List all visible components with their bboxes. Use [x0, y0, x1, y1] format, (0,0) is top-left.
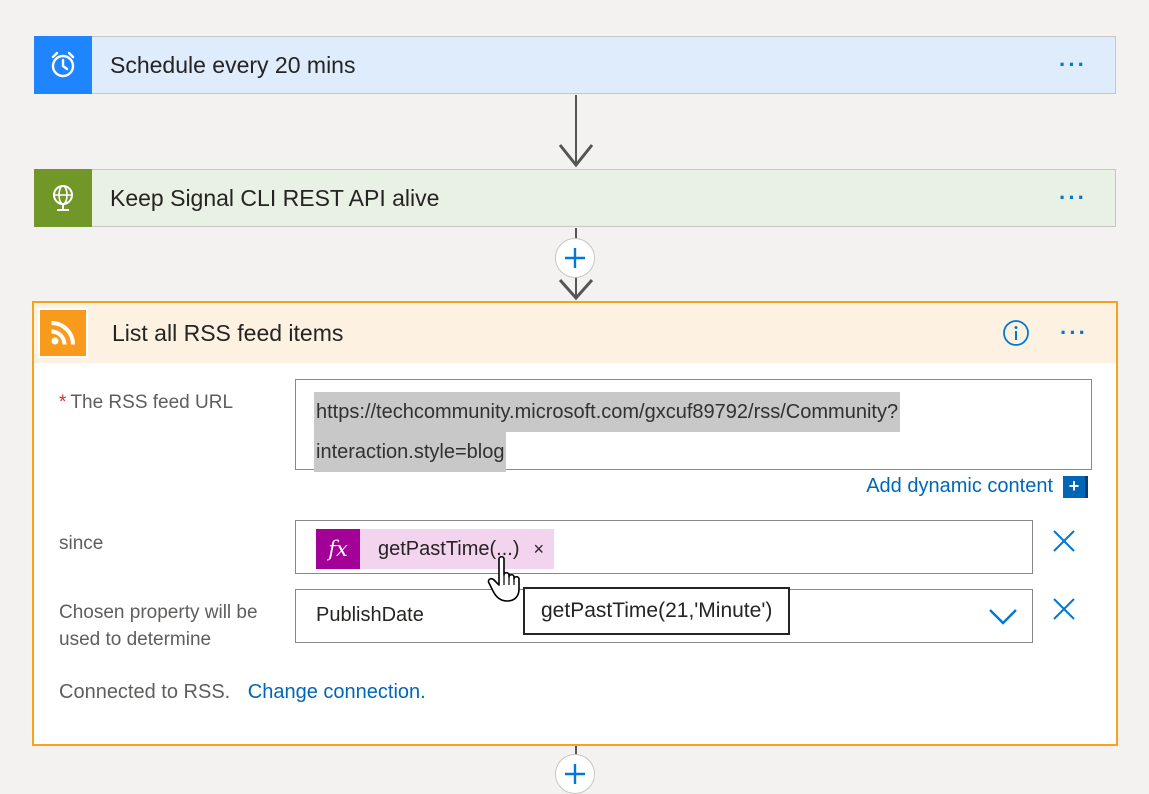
property-label-line2: used to determine	[59, 629, 212, 650]
expression-tooltip: getPastTime(21,'Minute')	[523, 587, 791, 635]
clear-since-icon[interactable]	[1052, 529, 1076, 553]
remove-token-button[interactable]: ×	[534, 539, 545, 560]
since-label: since	[59, 533, 104, 554]
chevron-down-icon[interactable]	[988, 606, 1018, 626]
property-selected-value: PublishDate	[316, 604, 424, 626]
schedule-trigger-card[interactable]: Schedule every 20 mins ···	[34, 35, 1116, 94]
feed-url-input[interactable]: https://techcommunity.microsoft.com/gxcu…	[295, 379, 1092, 472]
arrow-down-icon	[558, 279, 594, 301]
feed-url-value-line2: interaction.style=blog	[314, 432, 507, 472]
change-connection-link[interactable]: Change connection.	[248, 681, 426, 703]
add-dynamic-content-icon: +	[1063, 475, 1088, 498]
info-icon[interactable]	[1002, 319, 1030, 347]
arrow-down-icon	[558, 144, 594, 168]
feed-url-label-text: The RSS feed URL	[70, 392, 234, 413]
add-dynamic-content-label: Add dynamic content	[866, 475, 1053, 497]
insert-step-button[interactable]	[555, 238, 595, 278]
required-marker: *	[59, 392, 67, 413]
rss-card-header[interactable]: List all RSS feed items ···	[34, 303, 1116, 363]
alarm-clock-icon	[34, 35, 92, 94]
globe-icon	[34, 168, 92, 227]
insert-step-button[interactable]	[555, 754, 595, 794]
plus-icon	[565, 764, 585, 784]
property-label: Chosen property will be used to determin…	[59, 599, 258, 653]
add-dynamic-content-link[interactable]: Add dynamic content +	[866, 475, 1088, 498]
connection-status: Connected to RSS.	[59, 681, 231, 703]
since-input[interactable]: fx getPastTime(...) ×	[295, 520, 1033, 574]
more-options-button[interactable]: ···	[1059, 187, 1087, 209]
hand-cursor-icon	[487, 555, 520, 602]
feed-url-value-line1: https://techcommunity.microsoft.com/gxcu…	[314, 392, 901, 432]
function-icon: fx	[316, 529, 360, 569]
card-title: List all RSS feed items	[112, 319, 344, 346]
rss-action-card: List all RSS feed items ··· * The RSS fee…	[32, 301, 1118, 746]
more-options-button[interactable]: ···	[1059, 54, 1087, 76]
plus-icon	[565, 248, 585, 268]
connection-row: Connected to RSS. Change connection.	[59, 681, 426, 704]
http-action-card[interactable]: Keep Signal CLI REST API alive ···	[34, 168, 1116, 227]
feed-url-label: * The RSS feed URL	[59, 389, 233, 416]
property-label-line1: Chosen property will be	[59, 602, 258, 623]
clear-property-icon[interactable]	[1052, 597, 1076, 621]
card-title: Keep Signal CLI REST API alive	[110, 184, 440, 211]
rss-icon	[38, 308, 88, 358]
more-options-button[interactable]: ···	[1060, 322, 1088, 344]
card-title: Schedule every 20 mins	[110, 51, 356, 78]
